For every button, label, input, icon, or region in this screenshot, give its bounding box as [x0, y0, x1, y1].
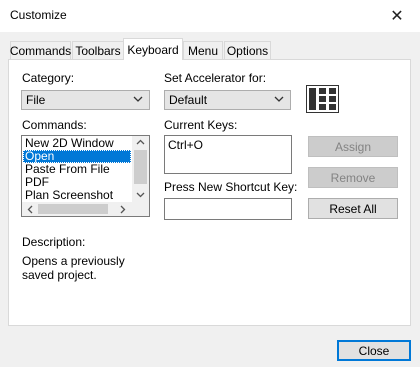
close-button[interactable]: Close — [337, 340, 411, 361]
window-title: Customize — [10, 8, 67, 22]
commands-listbox[interactable]: New 2D Window Open Paste From File PDF P… — [21, 135, 150, 217]
category-label: Category: — [22, 71, 75, 85]
vertical-scrollbar[interactable] — [132, 136, 149, 202]
commands-label: Commands: — [22, 118, 87, 132]
current-key-item[interactable]: Ctrl+O — [168, 138, 203, 152]
scroll-down-icon[interactable] — [136, 192, 145, 198]
current-keys-list[interactable]: Ctrl+O — [164, 135, 292, 174]
assign-button[interactable]: Assign — [308, 136, 398, 157]
keyboard-layout-icon — [306, 85, 339, 113]
scroll-thumb-horizontal[interactable] — [38, 204, 108, 214]
tab-menu[interactable]: Menu — [183, 41, 223, 59]
accelerator-value: Default — [169, 93, 208, 107]
close-window-icon[interactable]: ✕ — [374, 0, 420, 32]
tab-options[interactable]: Options — [224, 41, 271, 59]
chevron-down-icon — [133, 96, 143, 102]
description-text: Opens a previously saved project. — [22, 254, 125, 282]
list-item[interactable]: Plan Screenshot — [23, 189, 113, 202]
tab-toolbars[interactable]: Toolbars — [72, 41, 124, 59]
current-keys-label: Current Keys: — [164, 118, 238, 132]
tab-keyboard[interactable]: Keyboard — [123, 38, 183, 60]
scroll-right-icon[interactable] — [120, 205, 126, 214]
new-shortcut-label: Press New Shortcut Key: — [164, 180, 298, 194]
accelerator-dropdown[interactable]: Default — [164, 90, 291, 110]
tab-commands[interactable]: Commands — [10, 41, 71, 59]
reset-all-button[interactable]: Reset All — [308, 198, 398, 219]
horizontal-scrollbar[interactable] — [22, 202, 132, 216]
category-dropdown[interactable]: File — [21, 90, 150, 110]
category-value: File — [26, 93, 46, 107]
scroll-corner — [132, 202, 149, 216]
new-shortcut-input[interactable] — [164, 198, 292, 220]
scroll-up-icon[interactable] — [136, 139, 145, 145]
accelerator-label: Set Accelerator for: — [164, 71, 267, 85]
scroll-thumb[interactable] — [134, 150, 147, 184]
remove-button[interactable]: Remove — [308, 167, 398, 188]
chevron-down-icon — [274, 96, 284, 102]
scroll-left-icon[interactable] — [27, 205, 33, 214]
description-label: Description: — [22, 235, 86, 249]
